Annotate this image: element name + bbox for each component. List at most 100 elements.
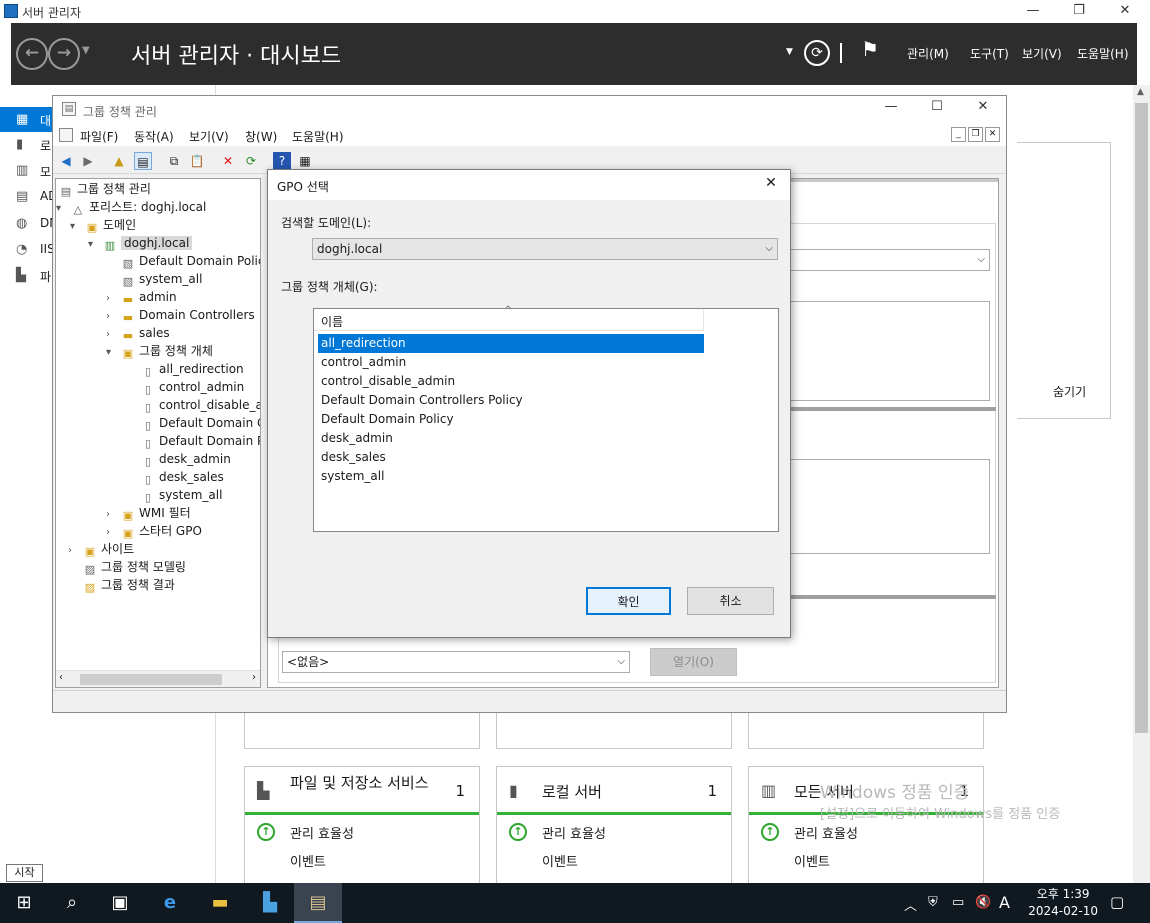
- mdi-close-button[interactable]: ✕: [985, 127, 1000, 142]
- menu-file[interactable]: 파일(F): [80, 128, 118, 145]
- column-header-name[interactable]: ^ 이름: [314, 305, 704, 331]
- scroll-left-icon[interactable]: ‹: [59, 672, 63, 683]
- tree-wmi-filters[interactable]: › ▣ WMI 필터: [106, 504, 191, 522]
- refresh-icon[interactable]: ⟳: [242, 152, 260, 170]
- dialog-close-button[interactable]: ✕: [760, 175, 782, 195]
- help-icon[interactable]: ?: [273, 152, 291, 170]
- tree-root[interactable]: ▤ 그룹 정책 관리: [58, 180, 151, 198]
- cancel-button[interactable]: 취소: [687, 587, 774, 615]
- tree-link-system-all[interactable]: ▧ system_all: [120, 270, 203, 288]
- menu-action[interactable]: 동작(A): [134, 128, 174, 145]
- menu-help[interactable]: 도움말(H): [292, 128, 344, 145]
- list-item[interactable]: desk_admin: [318, 429, 704, 448]
- tile-row-events[interactable]: 이벤트: [290, 851, 326, 870]
- tree-modeling[interactable]: ▨ 그룹 정책 모델링: [82, 558, 186, 576]
- tray-volume-icon[interactable]: 🔇: [975, 895, 991, 910]
- tile-row-manageability[interactable]: 관리 효율성: [794, 823, 858, 842]
- dashboard-scrollbar[interactable]: ▲: [1133, 85, 1150, 883]
- tree-gpo[interactable]: ▯ control_disable_ad: [140, 396, 260, 414]
- open-button[interactable]: 열기(O): [650, 648, 737, 676]
- restore-button[interactable]: ❐: [1056, 0, 1102, 23]
- close-button[interactable]: ✕: [1102, 0, 1148, 23]
- tile-row-events[interactable]: 이벤트: [794, 851, 830, 870]
- tree-ou-admin[interactable]: › ▬ admin: [106, 288, 177, 306]
- scrollbar-thumb[interactable]: [80, 674, 222, 685]
- list-item[interactable]: Default Domain Controllers Policy: [318, 391, 704, 410]
- tree-sites[interactable]: › ▣ 사이트: [68, 540, 134, 558]
- ime-indicator[interactable]: A: [999, 893, 1010, 912]
- forward-arrow-icon[interactable]: →: [48, 38, 80, 70]
- up-folder-icon[interactable]: ▲: [110, 152, 128, 170]
- gpo-list[interactable]: ^ 이름 all_redirection control_admin contr…: [313, 305, 779, 532]
- tray-overflow-chevron-icon[interactable]: ︿: [904, 895, 917, 914]
- tree-gpo[interactable]: ▯ desk_admin: [140, 450, 231, 468]
- taskbar-clock[interactable]: 오후 1:39 2024-02-10: [1028, 886, 1098, 920]
- tree-gpo-container[interactable]: ▾ ▣ 그룹 정책 개체: [106, 342, 213, 360]
- mdi-restore-button[interactable]: ❐: [968, 127, 983, 142]
- expand-icon[interactable]: ▾: [88, 236, 102, 254]
- minimize-button[interactable]: —: [1010, 0, 1056, 23]
- tree-forest[interactable]: ▾ △ 포리스트: doghj.local: [56, 198, 206, 216]
- expand-icon[interactable]: ▾: [106, 344, 120, 362]
- search-icon[interactable]: ⌕: [48, 883, 96, 923]
- tree-domain[interactable]: ▾ ▥ doghj.local: [88, 234, 193, 254]
- tree-horizontal-scrollbar[interactable]: ‹ ›: [56, 670, 260, 687]
- forward-arrow-icon[interactable]: ▶: [79, 152, 97, 170]
- action-center-icon[interactable]: ▢: [1110, 893, 1124, 911]
- wmi-filter-combo[interactable]: <없음> ⌵: [282, 651, 630, 673]
- list-item[interactable]: control_admin: [318, 353, 704, 372]
- show-hide-tree-icon[interactable]: ▤: [134, 152, 152, 170]
- menu-view[interactable]: 보기(V): [1022, 45, 1062, 62]
- tree-starter-gpos[interactable]: › ▣ 스타터 GPO: [106, 522, 202, 540]
- tree-results[interactable]: ▨ 그룹 정책 결과: [82, 576, 175, 594]
- nav-dropdown-icon[interactable]: ▼: [82, 45, 90, 56]
- tree-ou-sales[interactable]: › ▬ sales: [106, 324, 170, 342]
- paste-icon[interactable]: 📋: [188, 152, 206, 170]
- list-item[interactable]: desk_sales: [318, 448, 704, 467]
- tile-row-events[interactable]: 이벤트: [542, 851, 578, 870]
- tray-security-icon[interactable]: ⛨: [928, 895, 938, 910]
- tree-gpo[interactable]: ▯ all_redirection: [140, 360, 244, 378]
- tree-link-default-domain-policy[interactable]: ▧ Default Domain Policy: [120, 252, 260, 270]
- task-view-icon[interactable]: ▣: [96, 883, 144, 923]
- tile-row-manageability[interactable]: 관리 효율성: [290, 823, 354, 842]
- list-item[interactable]: system_all: [318, 467, 704, 486]
- list-item[interactable]: Default Domain Policy: [318, 410, 704, 429]
- menu-help[interactable]: 도움말(H): [1077, 45, 1129, 62]
- gpm-minimize-button[interactable]: —: [869, 99, 913, 121]
- tree-gpo[interactable]: ▯ desk_sales: [140, 468, 224, 486]
- scroll-right-icon[interactable]: ›: [252, 672, 256, 683]
- tree-gpo[interactable]: ▯ control_admin: [140, 378, 244, 396]
- tray-network-icon[interactable]: ▭: [952, 895, 964, 910]
- back-arrow-icon[interactable]: ◀: [57, 152, 75, 170]
- group-policy-taskbar-icon[interactable]: ▤: [294, 883, 342, 923]
- gpm-maximize-button[interactable]: ☐: [915, 99, 959, 121]
- list-item[interactable]: all_redirection: [318, 334, 704, 353]
- tree-gpo[interactable]: ▯ Default Domain P: [140, 432, 260, 450]
- show-action-pane-icon[interactable]: ▦: [296, 152, 314, 170]
- tile-row-manageability[interactable]: 관리 효율성: [542, 823, 606, 842]
- menu-manage[interactable]: 관리(M): [907, 45, 949, 62]
- tree-gpo[interactable]: ▯ system_all: [140, 486, 222, 504]
- expand-icon[interactable]: ▾: [70, 218, 84, 236]
- internet-explorer-icon[interactable]: e: [146, 883, 194, 923]
- menu-view[interactable]: 보기(V): [189, 128, 229, 145]
- refresh-dropdown-icon[interactable]: ▼: [786, 47, 793, 57]
- back-arrow-icon[interactable]: ←: [16, 38, 48, 70]
- tree-domains[interactable]: ▾ ▣ 도메인: [70, 216, 136, 234]
- menu-window[interactable]: 창(W): [245, 128, 277, 145]
- file-explorer-icon[interactable]: ▬: [196, 883, 244, 923]
- domain-select[interactable]: doghj.local ⌵: [312, 238, 778, 260]
- gpm-close-button[interactable]: ✕: [961, 99, 1005, 121]
- list-item[interactable]: control_disable_admin: [318, 372, 704, 391]
- ok-button[interactable]: 확인: [586, 587, 671, 615]
- refresh-icon[interactable]: ⟳: [804, 40, 830, 66]
- copy-icon[interactable]: ⧉: [165, 152, 183, 170]
- tree-ou-domain-controllers[interactable]: › ▬ Domain Controllers: [106, 306, 255, 324]
- delete-icon[interactable]: ✕: [219, 152, 237, 170]
- server-manager-taskbar-icon[interactable]: ▙: [246, 883, 294, 923]
- expand-icon[interactable]: ›: [68, 542, 82, 560]
- scroll-up-icon[interactable]: ▲: [1137, 87, 1144, 97]
- menu-tools[interactable]: 도구(T): [970, 45, 1009, 62]
- start-windows-icon[interactable]: ⊞: [0, 883, 48, 923]
